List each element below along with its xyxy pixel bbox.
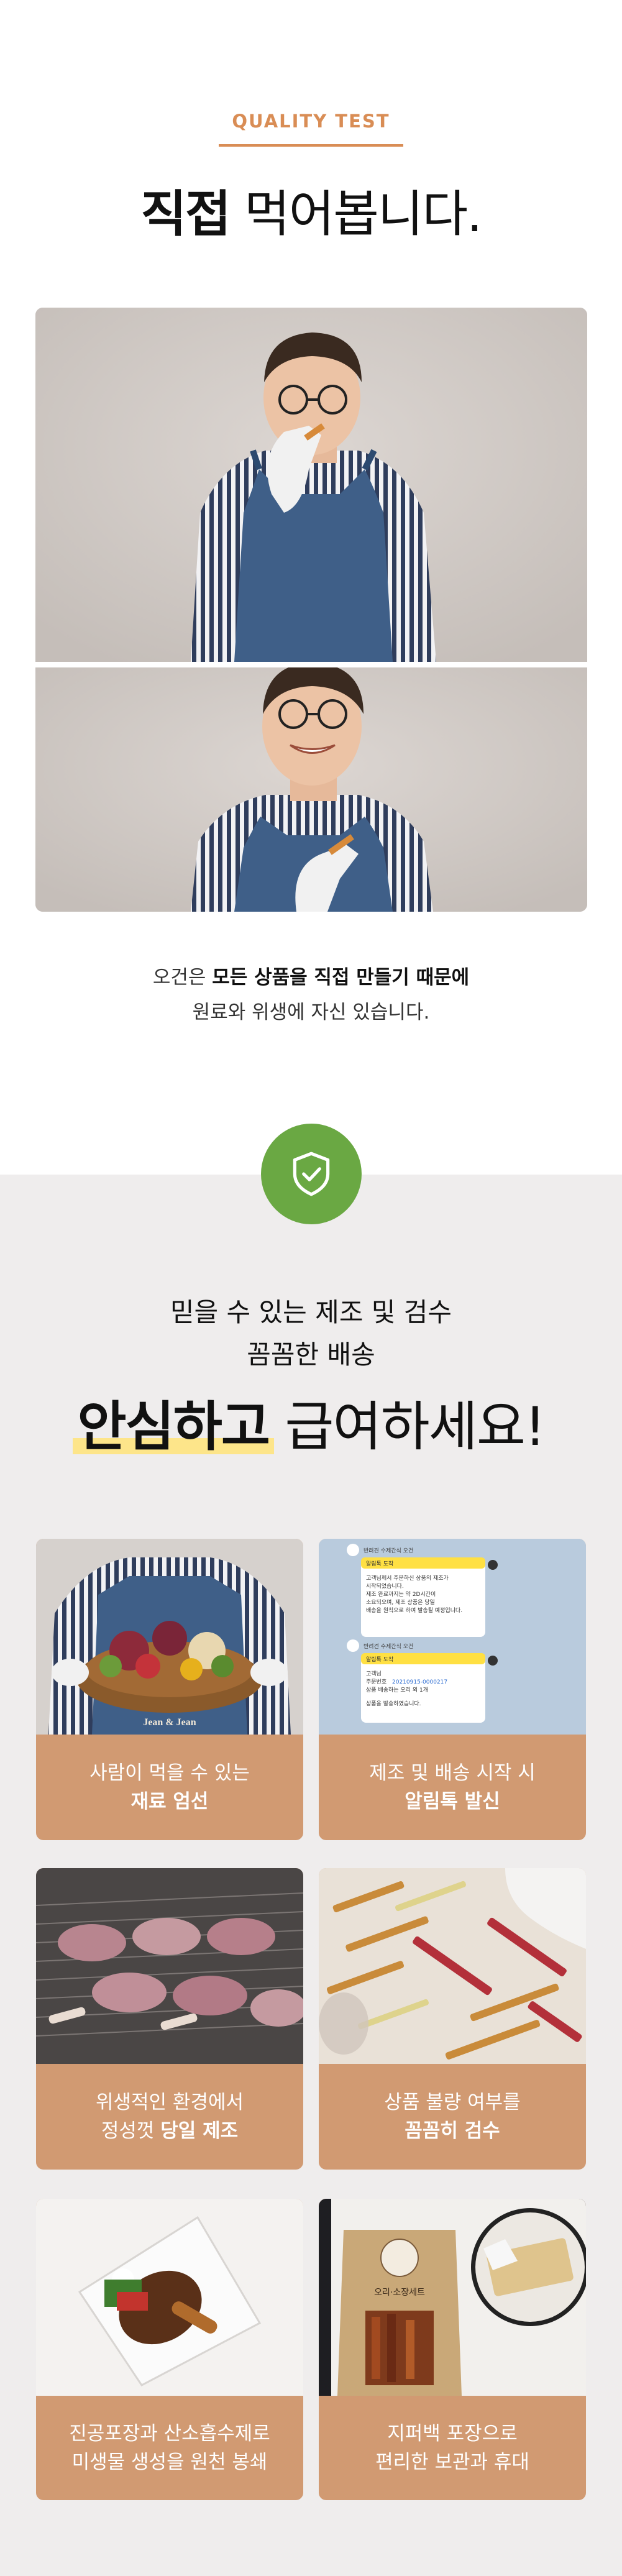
section-eyebrow: QUALITY TEST xyxy=(232,111,390,132)
card-caption-manufacturing: 위생적인 환경에서 정성껏 당일 제조 xyxy=(36,2064,303,2170)
trust-subtitle: 믿을 수 있는 제조 및 검수 꼼꼼한 배송 xyxy=(0,1291,622,1376)
card-image-ingredients: Jean & Jean xyxy=(36,1539,303,1735)
card-caption-ingredients: 사람이 먹을 수 있는 재료 엄선 xyxy=(36,1735,303,1840)
feature-card-notification: 반려견 수제간식 오건 알림톡 도착 고객님께서 주문하신 상품의 제조가 시작… xyxy=(319,1539,586,1840)
chat-order-link[interactable]: 20210915-0000217 xyxy=(392,1679,447,1685)
card-caption-line-2b: 당일 제조 xyxy=(160,2120,239,2142)
card-caption-line-1: 사람이 먹을 수 있는 xyxy=(89,1762,250,1784)
chat-msg-2-l4: 상품을 발송하였습니다. xyxy=(366,1700,421,1707)
tasting-photo-2 xyxy=(35,667,587,912)
feature-card-vacuum: 진공포장과 산소흡수제로 미생물 생성을 원천 봉쇄 xyxy=(36,2199,303,2500)
feature-card-ingredients: Jean & Jean 사람이 먹을 수 있는 재료 엄선 xyxy=(36,1539,303,1840)
card-caption-line-2a: 정성껏 xyxy=(101,2120,161,2142)
card-caption-line-2: 알림톡 발신 xyxy=(405,1790,500,1813)
card-caption-vacuum: 진공포장과 산소흡수제로 미생물 생성을 원천 봉쇄 xyxy=(36,2396,303,2500)
title-light: 먹어봅니다. xyxy=(229,185,482,243)
chat-msg-1-l1: 고객님께서 주문하신 상품의 제조가 xyxy=(366,1575,449,1582)
card-caption-line-1: 지퍼백 포장으로 xyxy=(387,2422,518,2445)
card-caption-line-1: 위생적인 환경에서 xyxy=(95,2091,244,2114)
card-caption-line-2: 재료 엄선 xyxy=(130,1790,209,1813)
trust-subtitle-line-2: 꼼꼼한 배송 xyxy=(247,1339,375,1370)
card-caption-notification: 제조 및 배송 시작 시 알림톡 발신 xyxy=(319,1735,586,1840)
tasting-photo-1-image xyxy=(35,308,587,662)
card-caption-line-1: 제조 및 배송 시작 시 xyxy=(369,1762,536,1784)
feature-card-manufacturing: 위생적인 환경에서 정성껏 당일 제조 xyxy=(36,1868,303,2170)
card-caption-line-2: 정성껏 당일 제조 xyxy=(101,2117,238,2145)
chat-head-1: 알림톡 도착 xyxy=(366,1560,393,1567)
feature-card-inspection: 상품 불량 여부를 꼼꼼히 검수 xyxy=(319,1868,586,2170)
page-title: 직접 먹어봅니다. xyxy=(0,174,622,246)
card-caption-line-1: 상품 불량 여부를 xyxy=(384,2091,521,2114)
intro-line-1a: 오건은 xyxy=(152,966,213,989)
chat-screenshot: 반려견 수제간식 오건 알림톡 도착 고객님께서 주문하신 상품의 제조가 시작… xyxy=(319,1539,586,1735)
shield-check-icon-svg xyxy=(293,1152,330,1196)
card-image-manufacturing xyxy=(36,1868,303,2064)
chat-msg-1-l3: 제조 완료까지는 약 2D시간이 xyxy=(366,1590,436,1598)
chat-msg-1-l2: 시작되었습니다. xyxy=(366,1582,404,1590)
zipper-bag-photo: 오리·소장세트 xyxy=(319,2199,586,2396)
chat-sender-2: 반려견 수제간식 오건 xyxy=(364,1643,413,1650)
feature-card-zipper: 오리·소장세트 지퍼백 포장으로 편리한 보관과 휴대 xyxy=(319,2199,586,2500)
vacuum-pack-photo xyxy=(36,2199,303,2396)
card-image-vacuum xyxy=(36,2199,303,2396)
drying-rack-photo xyxy=(36,1868,303,2064)
card-caption-line-2: 꼼꼼히 검수 xyxy=(405,2120,500,2142)
card-caption-inspection: 상품 불량 여부를 꼼꼼히 검수 xyxy=(319,2064,586,2170)
chat-msg-2-l1: 고객님 xyxy=(366,1671,382,1677)
chat-sender-1: 반려견 수제간식 오건 xyxy=(364,1547,413,1554)
intro-line-2: 원료와 위생에 자신 있습니다. xyxy=(192,1001,430,1024)
apron-logo-text: Jean & Jean xyxy=(143,1717,196,1728)
card-image-inspection xyxy=(319,1868,586,2064)
tasting-photo-2-image xyxy=(35,667,587,912)
trust-title: 안심하고 급여하세요! xyxy=(0,1383,622,1460)
card-caption-zipper: 지퍼백 포장으로 편리한 보관과 휴대 xyxy=(319,2396,586,2500)
trust-title-rest: 급여하세요! xyxy=(269,1396,546,1458)
card-image-notification: 반려견 수제간식 오건 알림톡 도착 고객님께서 주문하신 상품의 제조가 시작… xyxy=(319,1539,586,1735)
quality-test-section: QUALITY TEST 직접 먹어봅니다. 오건은 모든 상품을 직접 만들기… xyxy=(0,0,622,1175)
chat-head-2: 알림톡 도착 xyxy=(366,1656,393,1663)
chat-msg-1-l4: 소요되오며, 제조 상품은 당일 xyxy=(366,1599,435,1606)
intro-line-1b: 모든 상품을 직접 만들기 때문에 xyxy=(212,966,470,989)
chat-msg-1-l5: 배송을 원칙으로 하여 발송될 예정입니다. xyxy=(366,1607,462,1614)
tasting-photo-1 xyxy=(35,308,587,662)
intro-text: 오건은 모든 상품을 직접 만들기 때문에 원료와 위생에 자신 있습니다. xyxy=(0,960,622,1030)
trust-title-highlight: 안심하고 xyxy=(72,1383,275,1460)
page: QUALITY TEST 직접 먹어봅니다. 오건은 모든 상품을 직접 만들기… xyxy=(0,0,622,2576)
shield-check-icon xyxy=(261,1124,362,1224)
card-caption-line-2: 미생물 생성을 원천 봉쇄 xyxy=(71,2451,268,2473)
card-caption-line-1: 진공포장과 산소흡수제로 xyxy=(69,2422,270,2445)
card-caption-line-2: 편리한 보관과 휴대 xyxy=(375,2451,529,2473)
chat-msg-2-l2: 주문번호 xyxy=(366,1679,386,1685)
title-bold: 직접 xyxy=(140,185,231,243)
ingredients-photo: Jean & Jean xyxy=(36,1539,303,1735)
trust-subtitle-line-1: 믿을 수 있는 제조 및 검수 xyxy=(170,1297,452,1327)
treat-inspection-photo xyxy=(319,1868,586,2064)
chat-msg-2-l3: 상품 배송하는 오리 외 1개 xyxy=(366,1686,428,1694)
eyebrow-underline xyxy=(219,144,403,147)
card-image-zipper: 오리·소장세트 xyxy=(319,2199,586,2396)
intro-line-1: 오건은 모든 상품을 직접 만들기 때문에 xyxy=(0,960,622,995)
bag-label: 오리·소장세트 xyxy=(374,2288,425,2298)
